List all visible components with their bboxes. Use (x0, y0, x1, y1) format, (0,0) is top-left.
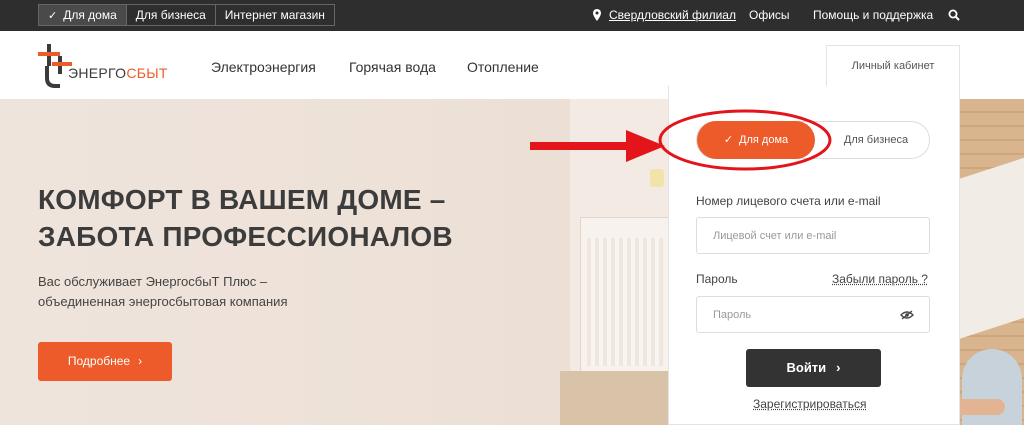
hero-title: КОМФОРТ В ВАШЕМ ДОМЕ – ЗАБОТА ПРОФЕССИОН… (38, 184, 453, 252)
hero-board-image (955, 157, 1024, 341)
top-bar: ✓ Для дома Для бизнеса Интернет магазин С… (0, 0, 1024, 31)
audience-home[interactable]: ✓ Для дома (39, 5, 127, 25)
help-link[interactable]: Помощь и поддержка (813, 8, 933, 22)
audience-shop-label: Интернет магазин (224, 8, 325, 22)
chevron-right-icon: › (138, 354, 143, 368)
more-button-label: Подробнее (67, 354, 131, 368)
register-link[interactable]: Зарегистрироваться (753, 397, 866, 411)
search-icon[interactable] (948, 9, 960, 21)
account-label: Номер лицевого счета или e-mail (696, 194, 881, 208)
red-ellipse-annotation (658, 109, 832, 171)
nav-hot-water[interactable]: Горячая вода (349, 59, 436, 75)
audience-shop[interactable]: Интернет магазин (216, 5, 334, 25)
branch-link[interactable]: Свердловский филиал (609, 8, 736, 22)
audience-business[interactable]: Для бизнеса (127, 5, 216, 25)
check-icon: ✓ (48, 10, 58, 22)
password-label: Пароль (696, 272, 738, 286)
password-input[interactable] (696, 296, 930, 333)
red-arrow-annotation (530, 130, 665, 162)
audience-business-label: Для бизнеса (135, 8, 206, 22)
hero-subtitle: Вас обслуживает ЭнергосбыТ Плюс – объеди… (38, 274, 288, 309)
toggle-business[interactable]: Для бизнеса (821, 122, 931, 158)
logo-text-part2: СБЫТ (126, 65, 168, 81)
logo-text: ЭНЕРГОСБЫТ (68, 65, 168, 81)
logo-text-part1: ЭНЕРГО (68, 65, 127, 81)
tab-personal-account-label: Личный кабинет (851, 60, 935, 72)
audience-home-label: Для дома (63, 8, 117, 22)
offices-link[interactable]: Офисы (749, 8, 790, 22)
hero-radiator-image (580, 217, 670, 377)
chevron-right-icon: › (836, 360, 841, 375)
login-button[interactable]: Войти › (746, 349, 881, 387)
forgot-password-link[interactable]: Забыли пароль ? (832, 272, 928, 286)
nav-heating[interactable]: Отопление (467, 59, 539, 75)
audience-switcher: ✓ Для дома Для бизнеса Интернет магазин (38, 4, 335, 26)
more-button[interactable]: Подробнее › (38, 342, 172, 381)
eye-icon[interactable] (900, 310, 914, 320)
login-button-label: Войти (786, 360, 827, 375)
location-pin-icon (593, 9, 601, 21)
nav-electricity[interactable]: Электроэнергия (211, 59, 316, 75)
account-input[interactable] (696, 217, 930, 254)
hero-arm-image (955, 399, 1005, 415)
